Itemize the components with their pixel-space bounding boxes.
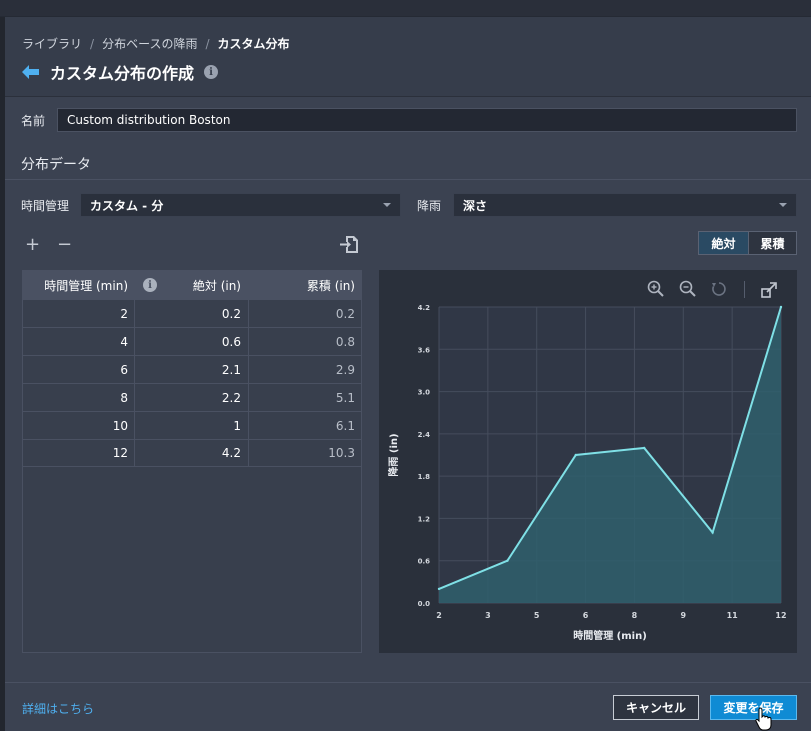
section-divider: [5, 179, 811, 180]
title-row: カスタム分布の作成 i: [22, 60, 219, 84]
y-tick-label: 3.0: [418, 389, 431, 397]
cell-absolute[interactable]: 4.2: [135, 440, 249, 466]
cell-absolute[interactable]: 0.6: [135, 328, 249, 355]
cell-absolute[interactable]: 2.1: [135, 356, 249, 383]
rain-label: 降雨: [417, 199, 442, 213]
table-row[interactable]: 12 4.2 10.3: [23, 439, 361, 467]
table-row[interactable]: 8 2.2 5.1: [23, 383, 361, 411]
data-point: [437, 587, 441, 591]
save-button[interactable]: 変更を保存: [710, 695, 797, 720]
cell-time[interactable]: 4: [23, 328, 135, 355]
x-tick-label: 11: [727, 611, 739, 620]
name-input-value: Custom distribution Boston: [67, 113, 231, 127]
distribution-table: 時間管理 (min) i 絶対 (in) 累積 (in) 2 0.2 0.2 4…: [22, 270, 362, 653]
table-row[interactable]: 6 2.1 2.9: [23, 355, 361, 383]
table-header: 時間管理 (min) i 絶対 (in) 累積 (in): [23, 271, 361, 299]
import-icon[interactable]: [340, 236, 358, 253]
page-title: カスタム分布の作成: [50, 64, 195, 83]
expand-icon[interactable]: [761, 282, 777, 298]
y-axis-label: 降雨 (in): [387, 433, 400, 476]
header-time-label: 時間管理 (min): [44, 278, 128, 293]
cell-absolute[interactable]: 0.2: [135, 300, 249, 327]
data-point: [506, 559, 509, 562]
info-icon[interactable]: i: [143, 278, 157, 292]
x-tick-label: 3: [485, 611, 491, 620]
data-point: [574, 453, 577, 457]
cell-time[interactable]: 2: [23, 300, 135, 327]
x-tick-label: 9: [680, 611, 686, 620]
name-label: 名前: [21, 114, 46, 128]
footer-divider: [5, 682, 811, 683]
header-time[interactable]: 時間管理 (min): [23, 271, 135, 299]
y-tick-label: 3.6: [418, 346, 431, 354]
data-point: [643, 446, 646, 450]
section-title: 分布データ: [21, 157, 91, 173]
remove-row-button[interactable]: −: [57, 236, 72, 254]
cell-cumulative: 0.8: [335, 334, 355, 349]
back-arrow-icon[interactable]: [22, 65, 40, 79]
x-tick-label: 2: [436, 611, 442, 620]
hand-cursor-icon: [755, 707, 772, 731]
table-row[interactable]: 10 1 6.1: [23, 411, 361, 439]
time-select-value: カスタム - 分: [90, 198, 164, 213]
cell-time[interactable]: 6: [23, 356, 135, 383]
y-tick-label: 1.8: [418, 473, 431, 481]
header-cumulative-label: 累積 (in): [306, 278, 355, 293]
rain-select[interactable]: 深さ: [453, 193, 797, 217]
cell-absolute[interactable]: 1: [135, 412, 249, 439]
x-tick-label: 6: [583, 611, 589, 620]
cell-cumulative: 6.1: [335, 418, 355, 433]
cell-time[interactable]: 8: [23, 384, 135, 411]
name-input[interactable]: Custom distribution Boston: [57, 108, 797, 132]
y-tick-label: 4.2: [418, 304, 431, 312]
breadcrumb-separator: /: [205, 36, 210, 51]
time-select[interactable]: カスタム - 分: [80, 193, 401, 217]
breadcrumb-distribution-rainfall[interactable]: 分布ベースの降雨: [102, 35, 197, 52]
y-tick-label: 1.2: [418, 515, 431, 523]
x-axis-label: 時間管理 (min): [573, 629, 647, 642]
chevron-down-icon: [383, 203, 391, 207]
top-bar: [0, 0, 811, 17]
breadcrumb-current: カスタム分布: [217, 37, 290, 51]
toggle-absolute[interactable]: 絶対: [699, 232, 749, 254]
cell-cumulative: 0.2: [335, 306, 355, 321]
time-label: 時間管理: [21, 199, 70, 213]
zoom-out-icon[interactable]: [679, 280, 697, 298]
breadcrumb-separator: /: [90, 36, 95, 51]
breadcrumb-library[interactable]: ライブラリ: [22, 35, 82, 52]
header-cumulative[interactable]: 累積 (in): [249, 271, 361, 299]
y-tick-label: 0.0: [418, 600, 431, 608]
learn-more-link[interactable]: 詳細はこちら: [22, 700, 94, 717]
rainfall-chart: 2 3 5 6 8 9 11 12 0.0 0.6 1.2 1.8 2.4 3.0 3.6 4.2 時間管理 (…: [387, 304, 787, 642]
value-mode-toggle: 絶対 累積: [698, 231, 797, 255]
header-absolute-label: 絶対 (in): [192, 278, 241, 293]
cell-cumulative: 2.9: [335, 362, 355, 377]
rain-select-value: 深さ: [463, 198, 488, 213]
y-tick-label: 2.4: [418, 431, 431, 439]
x-tick-label: 12: [775, 611, 786, 620]
cell-absolute[interactable]: 2.2: [135, 384, 249, 411]
info-icon[interactable]: i: [204, 65, 219, 79]
chart-toolbar-divider: [744, 281, 745, 298]
cell-cumulative: 10.3: [328, 446, 355, 460]
zoom-in-icon[interactable]: [647, 280, 665, 298]
data-point: [711, 531, 714, 534]
add-row-button[interactable]: +: [25, 236, 40, 254]
cell-time[interactable]: 12: [23, 440, 135, 466]
data-point: [779, 305, 783, 309]
x-tick-label: 8: [632, 611, 638, 620]
cell-time[interactable]: 10: [23, 412, 135, 439]
cell-cumulative: 5.1: [335, 390, 355, 405]
header-absolute[interactable]: i 絶対 (in): [135, 271, 249, 299]
breadcrumb: ライブラリ / 分布ベースの降雨 / カスタム分布: [22, 35, 290, 52]
chevron-down-icon: [779, 203, 787, 207]
reset-zoom-icon[interactable]: [711, 281, 727, 297]
cancel-button[interactable]: キャンセル: [613, 695, 699, 720]
table-row[interactable]: 4 0.6 0.8: [23, 327, 361, 355]
toggle-cumulative[interactable]: 累積: [749, 232, 796, 254]
table-row[interactable]: 2 0.2 0.2: [23, 299, 361, 327]
x-tick-label: 5: [534, 611, 540, 620]
dialog-header: [5, 17, 811, 97]
y-tick-label: 0.6: [418, 558, 431, 566]
